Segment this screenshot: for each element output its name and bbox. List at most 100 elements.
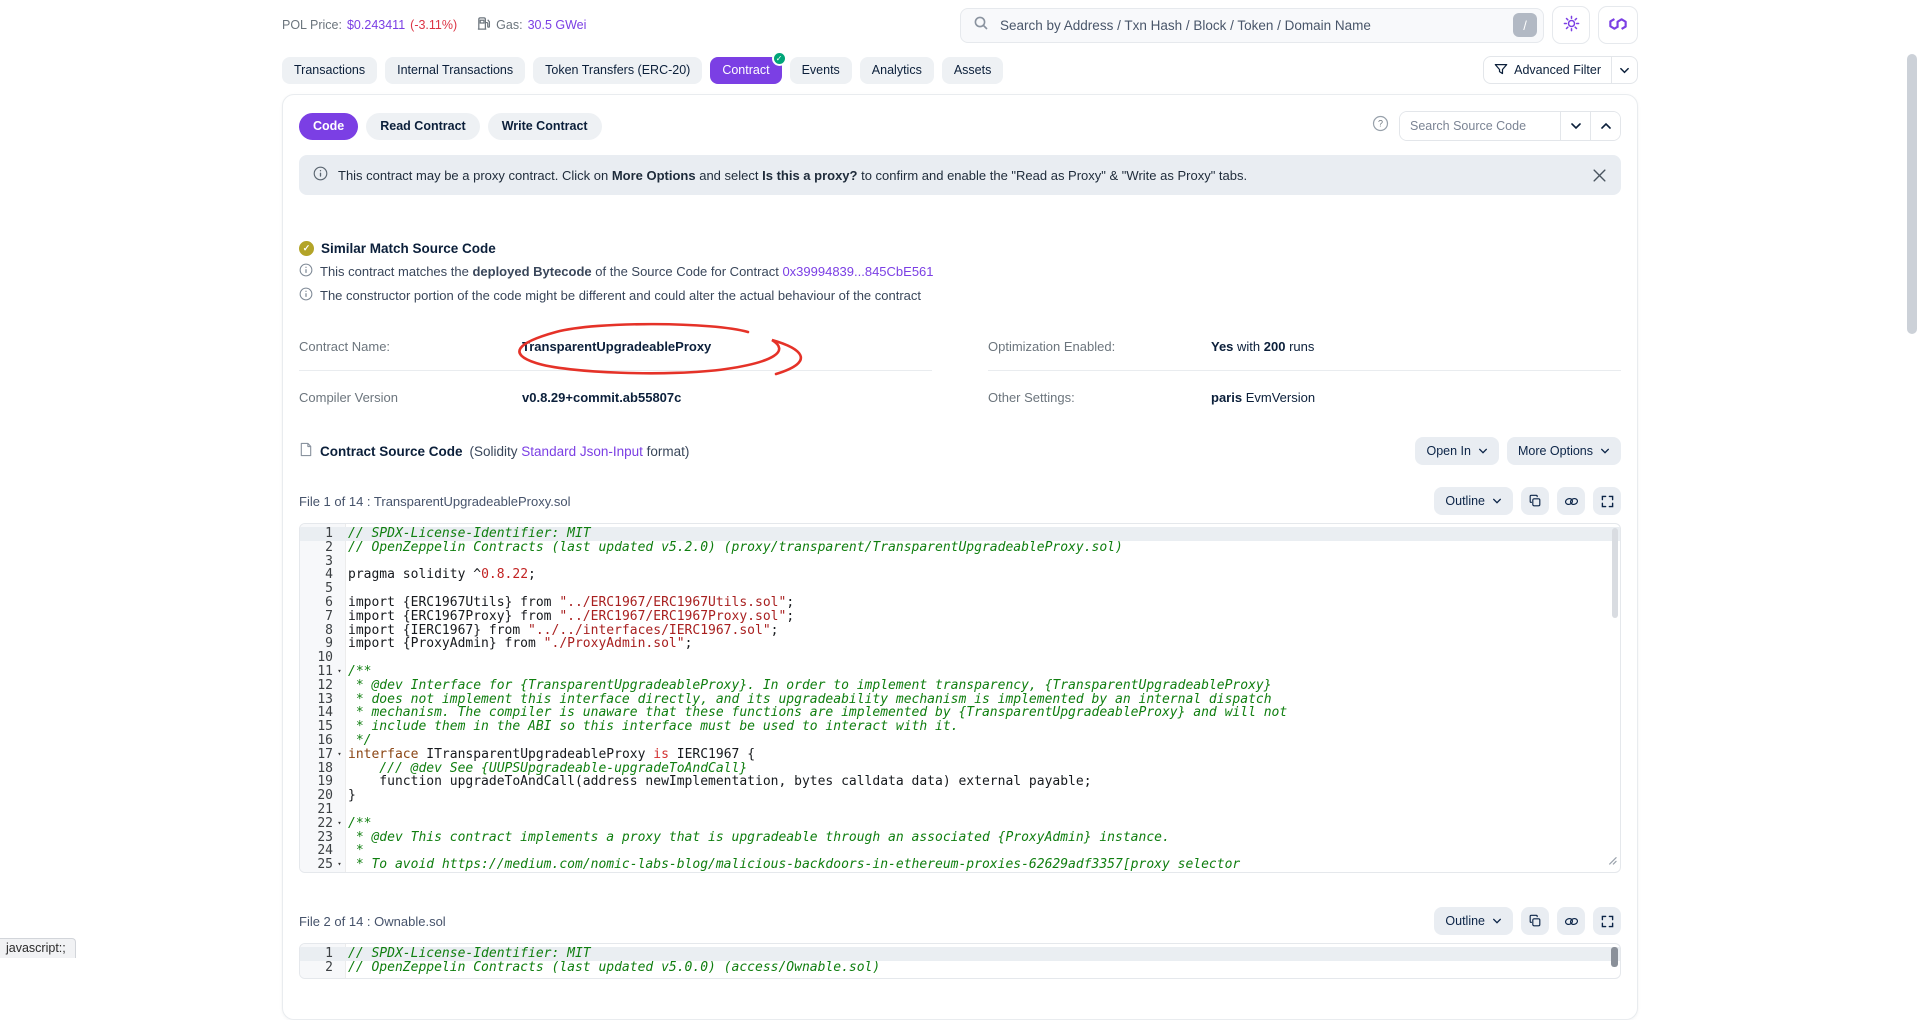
permalink-button[interactable] [1557, 487, 1585, 515]
line-number: 17 [300, 748, 333, 762]
metadata-row-other-settings: Other Settings:paris EvmVersion [988, 370, 1621, 405]
open-in-button[interactable]: Open In [1415, 437, 1498, 465]
metadata-left-column: Contract Name:TransparentUpgradeableProx… [299, 328, 932, 405]
tab-analytics[interactable]: Analytics [860, 57, 934, 84]
code-text: * To avoid https://medium.com/nomic-labs… [346, 858, 1240, 872]
more-options-button[interactable]: More Options [1507, 437, 1621, 465]
close-icon[interactable] [1592, 168, 1607, 183]
fold-spacer [333, 610, 346, 624]
metadata-row-optimization-enabled: Optimization Enabled:Yes with 200 runs [988, 328, 1621, 370]
fullscreen-button[interactable] [1593, 907, 1621, 935]
line-number: 12 [300, 679, 333, 693]
copy-button[interactable] [1521, 487, 1549, 515]
fold-arrow-icon[interactable]: ▾ [333, 858, 346, 872]
line-number: 22 [300, 817, 333, 831]
code-line: 6import {ERC1967Utils} from "../ERC1967/… [300, 596, 1620, 610]
line-number: 5 [300, 582, 333, 596]
fold-spacer [333, 637, 346, 651]
open-in-label: Open In [1426, 444, 1470, 458]
line-number: 25 [300, 858, 333, 872]
help-icon[interactable]: ? [1372, 115, 1389, 137]
tab-assets[interactable]: Assets [942, 57, 1004, 84]
advanced-filter-caret[interactable] [1611, 57, 1637, 83]
code-text: function upgradeToAndCall(address newImp… [346, 775, 1092, 789]
tab-token-transfers-erc-20[interactable]: Token Transfers (ERC-20) [533, 57, 702, 84]
fold-spacer [333, 555, 346, 569]
pol-price-change: (-3.11%) [410, 18, 457, 32]
editor-scrollbar[interactable] [1612, 528, 1618, 618]
code-text: // OpenZeppelin Contracts (last updated … [346, 961, 880, 975]
subtab-code[interactable]: Code [299, 113, 358, 140]
code-text: import {IERC1967} from "../../interfaces… [346, 624, 778, 638]
outline-button[interactable]: Outline [1434, 487, 1513, 515]
metadata-value: TransparentUpgradeableProxy [522, 339, 711, 354]
code-text: // SPDX-License-Identifier: MIT [346, 527, 591, 541]
resize-grip[interactable] [1606, 854, 1617, 869]
page-scrollbar[interactable] [1907, 54, 1917, 334]
permalink-button[interactable] [1557, 907, 1585, 935]
gas-group: Gas: 30.5 GWei [476, 16, 586, 34]
tab-events[interactable]: Events [790, 57, 852, 84]
text-segment: Is this a proxy? [762, 168, 857, 183]
inline-link[interactable]: Standard Json-Input [521, 444, 643, 459]
subtab-write-contract[interactable]: Write Contract [488, 113, 602, 140]
similar-match-title: Similar Match Source Code [321, 241, 496, 256]
line-number: 7 [300, 610, 333, 624]
text-segment: format) [643, 444, 690, 459]
code-text [346, 803, 348, 817]
search-input[interactable] [998, 17, 1504, 34]
advanced-filter-main[interactable]: Advanced Filter [1484, 57, 1611, 83]
line-number: 19 [300, 775, 333, 789]
line-number: 8 [300, 624, 333, 638]
fold-spacer [333, 720, 346, 734]
theme-toggle-button[interactable] [1552, 6, 1590, 44]
copy-button[interactable] [1521, 907, 1549, 935]
editor-scrollbar[interactable] [1611, 947, 1618, 967]
code-line: 18 /// @dev See {UUPSUpgradeable-upgrade… [300, 762, 1620, 776]
filter-icon [1494, 62, 1508, 79]
pol-price-value[interactable]: $0.243411 [347, 18, 405, 32]
search-prev-chevron-down-icon[interactable] [1560, 112, 1590, 140]
code-text: * @dev This contract implements a proxy … [346, 831, 1170, 845]
outline-button[interactable]: Outline [1434, 907, 1513, 935]
code-line: 7import {ERC1967Proxy} from "../ERC1967/… [300, 610, 1620, 624]
fullscreen-button[interactable] [1593, 487, 1621, 515]
text-segment: Yes [1211, 339, 1233, 354]
code-text: import {ProxyAdmin} from "./ProxyAdmin.s… [346, 637, 692, 651]
code-line: 24 * [300, 844, 1620, 858]
code-editor[interactable]: 1// SPDX-License-Identifier: MIT2// Open… [299, 943, 1621, 979]
text-segment: v0.8.29+commit.ab55807c [522, 390, 681, 405]
tab-internal-transactions[interactable]: Internal Transactions [385, 57, 525, 84]
advanced-filter-button: Advanced Filter [1483, 56, 1638, 84]
code-line: 11▾/** [300, 665, 1620, 679]
fold-arrow-icon[interactable]: ▾ [333, 748, 346, 762]
metadata-right-column: Optimization Enabled:Yes with 200 runsOt… [988, 328, 1621, 405]
text-segment: EvmVersion [1242, 390, 1315, 405]
subtab-read-contract[interactable]: Read Contract [366, 113, 479, 140]
collapse-chevron-up-icon[interactable] [1590, 112, 1620, 140]
source-search-input[interactable] [1400, 112, 1560, 140]
code-editor[interactable]: 1// SPDX-License-Identifier: MIT2// Open… [299, 523, 1621, 873]
fold-arrow-icon[interactable]: ▾ [333, 665, 346, 679]
line-number: 18 [300, 762, 333, 776]
fold-arrow-icon[interactable]: ▾ [333, 817, 346, 831]
fold-spacer [333, 803, 346, 817]
line-number: 13 [300, 693, 333, 707]
fold-spacer [333, 624, 346, 638]
text-segment: (Solidity [470, 444, 522, 459]
proxy-notice-banner: This contract may be a proxy contract. C… [299, 155, 1621, 195]
gas-value[interactable]: 30.5 GWei [528, 18, 587, 32]
code-text [346, 555, 348, 569]
global-search: / [960, 8, 1544, 43]
code-line: 22▾/** [300, 817, 1620, 831]
network-logo-button[interactable] [1598, 6, 1638, 44]
inline-link[interactable]: 0x39994839...845CbE561 [782, 264, 933, 279]
code-text: * @dev Interface for {TransparentUpgrade… [346, 679, 1272, 693]
outline-label: Outline [1445, 914, 1485, 928]
tab-transactions[interactable]: Transactions [282, 57, 377, 84]
tab-list: Transactions Internal Transactions Token T… [282, 57, 1483, 84]
status-bar-link-hint: javascript:; [0, 938, 76, 958]
tab-contract[interactable]: Contract✓ [710, 57, 781, 84]
line-number: 10 [300, 651, 333, 665]
code-text: /// @dev See {UUPSUpgradeable-upgradeToA… [346, 762, 747, 776]
